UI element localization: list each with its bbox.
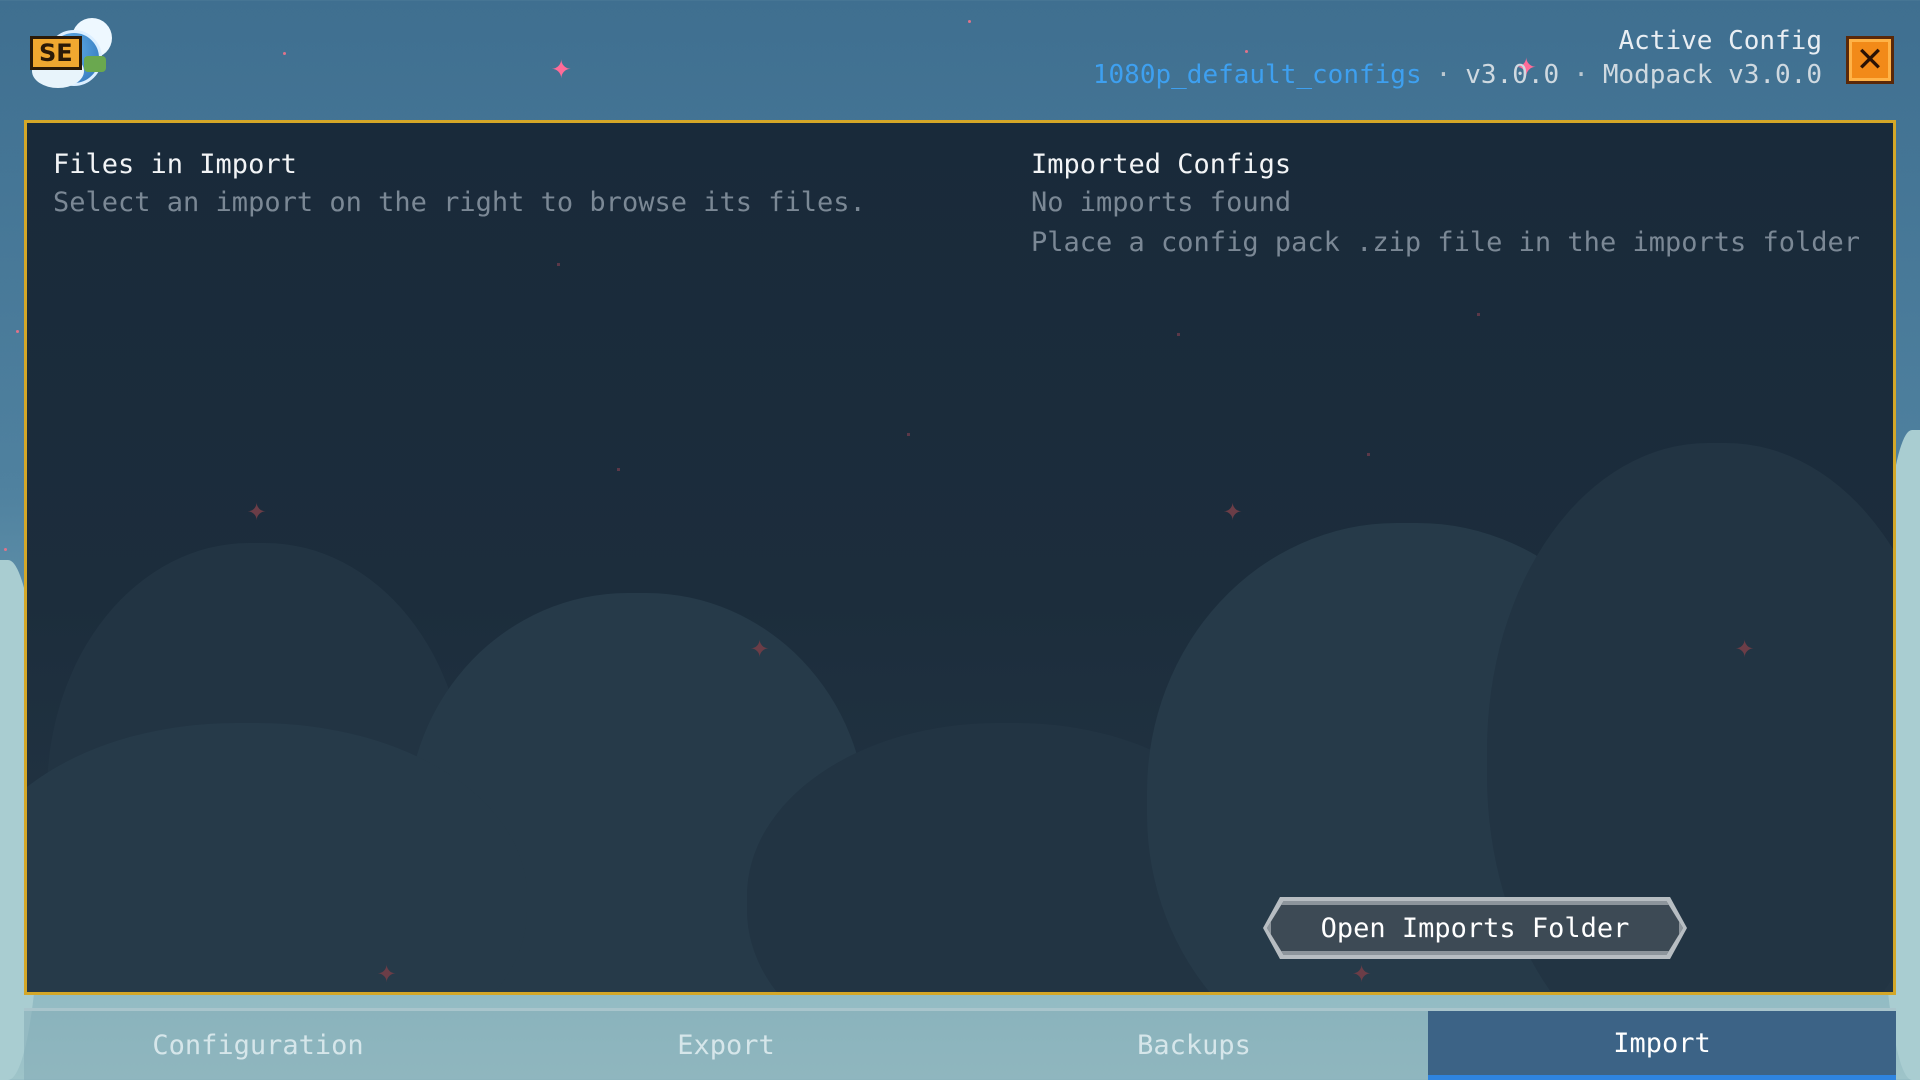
app-logo: SE: [28, 16, 114, 102]
separator: ·: [1435, 60, 1452, 90]
config-details: 1080p_default_configs · v3.0.0 · Modpack v3.…: [1093, 58, 1822, 92]
tab-export[interactable]: Export: [492, 1011, 960, 1080]
open-imports-folder-button[interactable]: Open Imports Folder: [1267, 901, 1683, 955]
close-button[interactable]: ✕: [1846, 36, 1894, 84]
imported-configs-section: Imported Configs No imports found Place …: [1031, 147, 1860, 263]
background-star: [283, 52, 286, 55]
no-imports-message: No imports found: [1031, 187, 1292, 218]
tab-configuration[interactable]: Configuration: [24, 1011, 492, 1080]
separator: ·: [1573, 60, 1589, 90]
sparkle-icon: ✦: [1735, 627, 1755, 665]
sparkle-icon: ✦: [1352, 952, 1372, 990]
files-in-import-title: Files in Import: [53, 149, 297, 180]
active-config-title: Active Config: [1618, 26, 1823, 56]
tab-import[interactable]: Import: [1428, 1011, 1896, 1080]
imports-folder-hint: Place a config pack .zip file in the imp…: [1031, 227, 1861, 258]
active-config-name[interactable]: 1080p_default_configs: [1093, 60, 1422, 90]
close-icon: ✕: [1855, 40, 1885, 80]
sparkle-icon: ✦: [750, 627, 770, 665]
sparkle-icon: ✦: [247, 490, 267, 528]
open-imports-folder-label: Open Imports Folder: [1320, 912, 1630, 944]
tab-backups[interactable]: Backups: [960, 1011, 1428, 1080]
tab-bar: Configuration Export Backups Import: [24, 1008, 1896, 1080]
files-in-import-section: Files in Import Select an import on the …: [53, 147, 866, 223]
modpack-version: Modpack v3.0.0: [1602, 60, 1822, 90]
config-version: v3.0.0: [1465, 60, 1560, 90]
sparkle-icon: ✦: [551, 47, 572, 87]
sparkle-icon: ✦: [1223, 490, 1243, 528]
imported-configs-title: Imported Configs: [1031, 149, 1292, 180]
files-in-import-hint: Select an import on the right to browse …: [53, 187, 866, 218]
background-star: [4, 548, 7, 551]
logo-badge: SE: [30, 36, 82, 70]
import-panel: ✦ ✦ ✦ ✦ ✦ ✦ Files in Import Select an im…: [24, 120, 1896, 995]
active-config-info: Active Config 1080p_default_configs · v3.0…: [1093, 24, 1822, 92]
background-star: [16, 330, 19, 333]
background-star: [968, 20, 971, 23]
sparkle-icon: ✦: [377, 952, 397, 990]
